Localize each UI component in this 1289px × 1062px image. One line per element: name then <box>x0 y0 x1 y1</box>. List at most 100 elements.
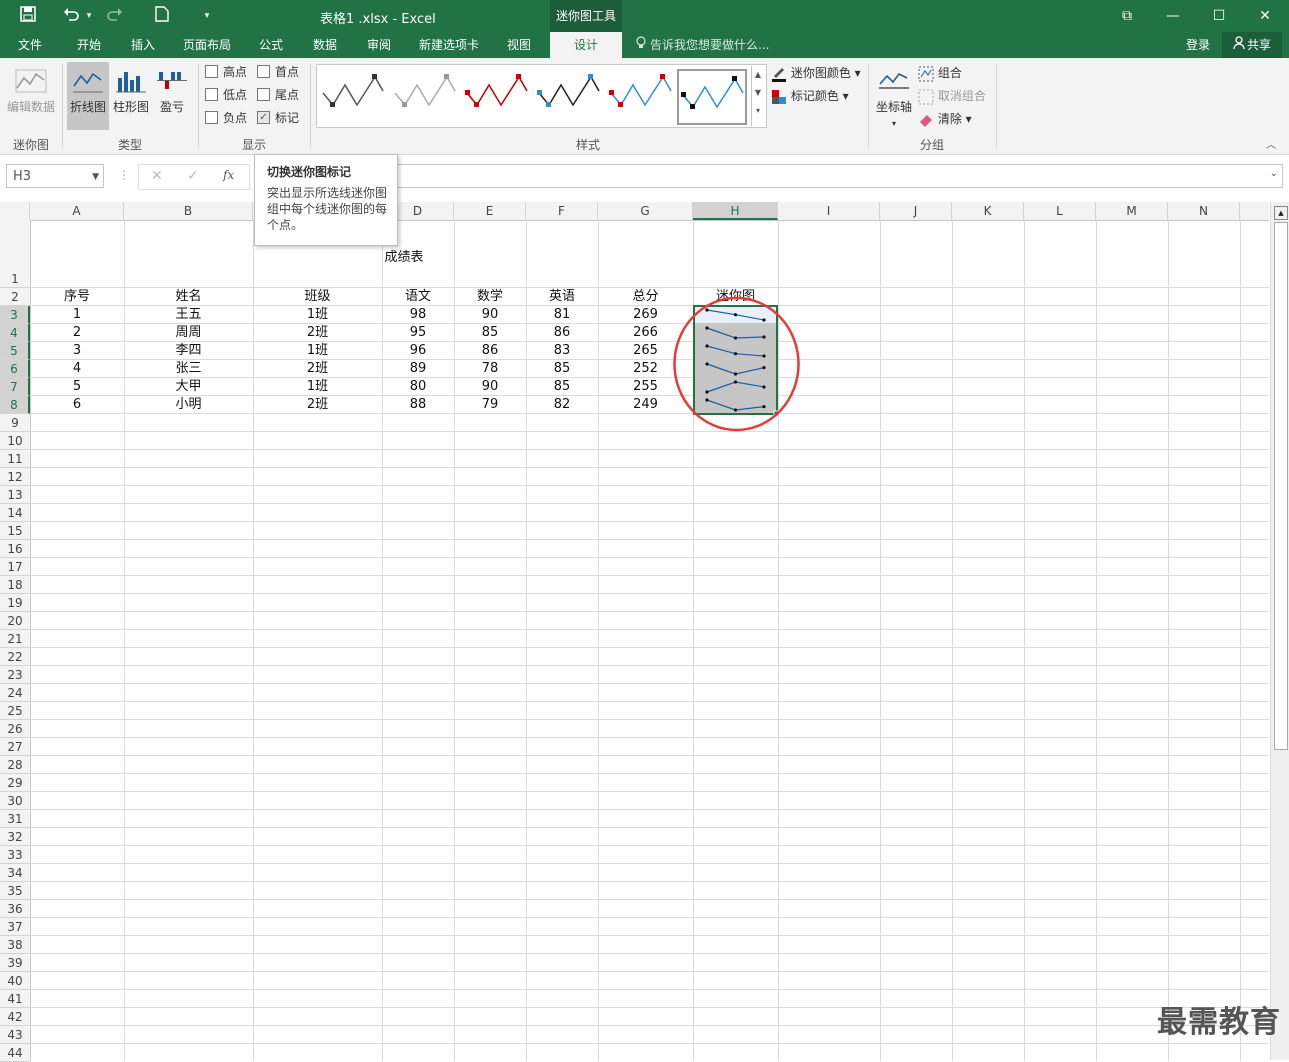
table-cell[interactable]: 249 <box>598 397 693 415</box>
formula-input[interactable]: ⌄ <box>254 164 1283 188</box>
row-header[interactable]: 13 <box>0 486 30 504</box>
table-cell[interactable]: 1班 <box>253 379 382 397</box>
axis-button[interactable]: 坐标轴 ▾ <box>873 62 915 130</box>
row-header[interactable]: 5 <box>0 342 30 360</box>
table-cell[interactable]: 5 <box>30 379 124 397</box>
expand-formula-icon[interactable]: ⌄ <box>1270 168 1278 179</box>
high-point-checkbox[interactable]: 高点 <box>205 63 247 81</box>
edit-data-button[interactable]: 编辑数据 <box>4 62 58 130</box>
save-icon[interactable] <box>16 6 40 26</box>
table-cell[interactable]: 95 <box>382 325 454 343</box>
table-cell[interactable]: 252 <box>598 361 693 379</box>
enter-icon[interactable]: ✓ <box>187 168 199 184</box>
row-header[interactable]: 3 <box>0 306 30 324</box>
type-line-button[interactable]: 折线图 <box>67 62 109 130</box>
row-header[interactable]: 33 <box>0 846 30 864</box>
table-cell[interactable]: 4 <box>30 361 124 379</box>
header-cell[interactable]: 数学 <box>454 289 526 307</box>
vertical-scrollbar[interactable]: ▲ <box>1270 202 1289 1060</box>
table-cell[interactable]: 88 <box>382 397 454 415</box>
tab-new-tab[interactable]: 新建选项卡 <box>410 32 488 58</box>
minimize-button[interactable]: — <box>1150 0 1196 32</box>
tab-design[interactable]: 设计 <box>550 32 622 58</box>
scroll-up-icon[interactable]: ▲ <box>1274 206 1288 220</box>
row-header[interactable]: 44 <box>0 1044 30 1062</box>
row-header[interactable]: 16 <box>0 540 30 558</box>
redo-icon[interactable] <box>104 6 126 26</box>
header-cell[interactable]: 姓名 <box>124 289 253 307</box>
negative-point-checkbox[interactable]: 负点 <box>205 109 247 127</box>
column-header-f[interactable]: F <box>526 202 598 220</box>
active-cell-h3[interactable] <box>695 307 776 323</box>
first-point-checkbox[interactable]: 首点 <box>257 63 299 81</box>
row-header[interactable]: 18 <box>0 576 30 594</box>
row-header[interactable]: 38 <box>0 936 30 954</box>
undo-dropdown-icon[interactable]: ▾ <box>84 6 94 26</box>
table-cell[interactable]: 85 <box>526 379 598 397</box>
marker-color-button[interactable]: 标记颜色 ▾ <box>771 86 849 106</box>
table-cell[interactable]: 90 <box>454 307 526 325</box>
ribbon-display-icon[interactable]: ⧉ <box>1104 0 1150 32</box>
row-header[interactable]: 26 <box>0 720 30 738</box>
row-header[interactable]: 2 <box>0 288 30 306</box>
table-cell[interactable]: 85 <box>454 325 526 343</box>
table-cell[interactable]: 269 <box>598 307 693 325</box>
tab-page-layout[interactable]: 页面布局 <box>174 32 240 58</box>
row-header[interactable]: 6 <box>0 360 30 378</box>
row-header[interactable]: 31 <box>0 810 30 828</box>
row-header[interactable]: 35 <box>0 882 30 900</box>
customize-qat-icon[interactable]: ▾ <box>200 6 214 26</box>
table-cell[interactable]: 90 <box>454 379 526 397</box>
table-cell[interactable]: 2 <box>30 325 124 343</box>
table-cell[interactable]: 265 <box>598 343 693 361</box>
tab-review[interactable]: 审阅 <box>356 32 402 58</box>
style-swatch-5[interactable] <box>607 69 673 121</box>
row-header[interactable]: 36 <box>0 900 30 918</box>
header-cell[interactable]: 序号 <box>30 289 124 307</box>
style-swatch-2[interactable] <box>391 69 457 121</box>
table-cell[interactable]: 小明 <box>124 397 253 415</box>
row-header[interactable]: 34 <box>0 864 30 882</box>
row-header[interactable]: 9 <box>0 414 30 432</box>
table-cell[interactable]: 周周 <box>124 325 253 343</box>
cell-grid[interactable]: 成绩表 序号 姓名 班级 语文 数学 英语 总分 迷你图 1 王五 1班 98 90 81 269 2 周周 2班… <box>30 220 1269 1061</box>
row-header[interactable]: 14 <box>0 504 30 522</box>
select-all-corner[interactable] <box>0 202 30 220</box>
close-button[interactable]: ✕ <box>1242 0 1288 32</box>
tab-data[interactable]: 数据 <box>302 32 348 58</box>
header-cell[interactable]: 英语 <box>526 289 598 307</box>
tab-formulas[interactable]: 公式 <box>248 32 294 58</box>
row-header[interactable]: 29 <box>0 774 30 792</box>
table-cell[interactable]: 2班 <box>253 361 382 379</box>
row-header[interactable]: 19 <box>0 594 30 612</box>
table-cell[interactable]: 86 <box>526 325 598 343</box>
table-cell[interactable]: 85 <box>526 361 598 379</box>
style-swatch-4[interactable] <box>535 69 601 121</box>
clear-button[interactable]: 清除 ▾ <box>918 109 972 129</box>
table-cell[interactable]: 266 <box>598 325 693 343</box>
sparkline-color-button[interactable]: 迷你图颜色 ▾ <box>771 63 861 83</box>
last-point-checkbox[interactable]: 尾点 <box>257 86 299 104</box>
table-cell[interactable]: 78 <box>454 361 526 379</box>
table-cell[interactable]: 1班 <box>253 343 382 361</box>
type-winloss-button[interactable]: 盈亏 <box>153 62 191 130</box>
column-header-b[interactable]: B <box>124 202 253 220</box>
name-box[interactable]: H3 ▼ <box>6 164 104 188</box>
tab-home[interactable]: 开始 <box>66 32 112 58</box>
row-header[interactable]: 32 <box>0 828 30 846</box>
fill-handle[interactable] <box>773 410 780 417</box>
row-header[interactable]: 4 <box>0 324 30 342</box>
table-cell[interactable]: 86 <box>454 343 526 361</box>
row-header[interactable]: 43 <box>0 1026 30 1044</box>
row-header[interactable]: 42 <box>0 1008 30 1026</box>
table-cell[interactable]: 3 <box>30 343 124 361</box>
style-swatch-1[interactable] <box>319 69 385 121</box>
insert-function-icon[interactable]: fx <box>223 168 234 182</box>
row-header[interactable]: 27 <box>0 738 30 756</box>
table-cell[interactable]: 89 <box>382 361 454 379</box>
row-header[interactable]: 40 <box>0 972 30 990</box>
table-cell[interactable]: 1班 <box>253 307 382 325</box>
low-point-checkbox[interactable]: 低点 <box>205 86 247 104</box>
markers-checkbox[interactable]: ✓ 标记 <box>257 109 299 127</box>
table-cell[interactable]: 83 <box>526 343 598 361</box>
